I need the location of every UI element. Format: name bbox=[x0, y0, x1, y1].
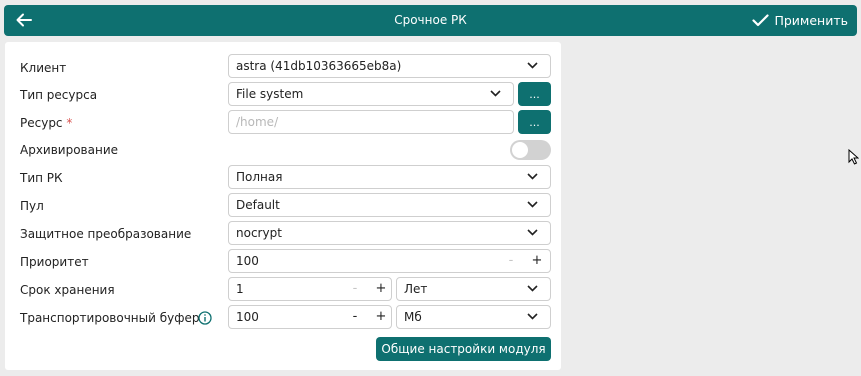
backup-type-label: Тип РК bbox=[20, 171, 63, 185]
protection-value: nocrypt bbox=[236, 226, 282, 240]
transport-buffer-label: Транспортировочный буфер bbox=[20, 311, 200, 325]
client-label: Клиент bbox=[20, 61, 67, 75]
toggle-knob bbox=[512, 142, 528, 158]
retention-stepper[interactable]: 1 - + bbox=[228, 277, 392, 301]
mouse-cursor-icon bbox=[848, 149, 859, 165]
transport-buffer-decrement-button[interactable]: - bbox=[348, 309, 362, 324]
resource-input[interactable]: /home/ bbox=[228, 110, 514, 134]
resource-label: Ресурс * bbox=[20, 116, 72, 130]
archiving-toggle[interactable] bbox=[510, 140, 551, 160]
backup-type-value: Полная bbox=[236, 170, 283, 184]
resource-type-browse-button[interactable]: ... bbox=[518, 82, 551, 106]
chevron-down-icon bbox=[527, 229, 538, 236]
priority-value: 100 bbox=[236, 254, 259, 268]
resource-type-label: Тип ресурса bbox=[20, 88, 98, 102]
apply-button-label: Применить bbox=[774, 13, 848, 28]
retention-decrement-button[interactable]: - bbox=[348, 281, 362, 296]
retention-unit-select[interactable]: Лет bbox=[396, 277, 551, 301]
retention-increment-button[interactable]: + bbox=[374, 281, 388, 296]
page-title: Срочное РК bbox=[394, 13, 467, 27]
required-mark: * bbox=[66, 116, 73, 130]
chevron-down-icon bbox=[527, 313, 538, 320]
transport-buffer-stepper[interactable]: 100 - + bbox=[228, 305, 392, 329]
priority-increment-button[interactable]: + bbox=[530, 253, 544, 268]
retention-label: Срок хранения bbox=[20, 283, 115, 297]
apply-button[interactable]: Применить bbox=[752, 10, 848, 31]
check-icon bbox=[752, 14, 770, 27]
info-icon[interactable] bbox=[198, 311, 212, 325]
pool-label: Пул bbox=[20, 199, 44, 213]
backup-form-panel: Клиент astra (41db10363665eb8a) Тип ресу… bbox=[5, 42, 561, 370]
transport-buffer-unit-value: Мб bbox=[404, 310, 422, 324]
resource-type-value: File system bbox=[236, 87, 304, 101]
protection-label: Защитное преобразование bbox=[20, 227, 192, 241]
archiving-label: Архивирование bbox=[20, 143, 119, 157]
resource-browse-button[interactable]: ... bbox=[518, 110, 551, 134]
priority-label: Приоритет bbox=[20, 255, 89, 269]
chevron-down-icon bbox=[527, 201, 538, 208]
transport-buffer-value: 100 bbox=[236, 310, 259, 324]
protection-select[interactable]: nocrypt bbox=[228, 221, 551, 245]
transport-buffer-unit-select[interactable]: Мб bbox=[396, 305, 551, 329]
retention-value: 1 bbox=[236, 282, 244, 296]
resource-label-text: Ресурс bbox=[20, 116, 63, 130]
priority-decrement-button[interactable]: - bbox=[504, 253, 518, 268]
backup-type-select[interactable]: Полная bbox=[228, 165, 551, 189]
retention-unit-value: Лет bbox=[404, 282, 428, 296]
pool-select[interactable]: Default bbox=[228, 193, 551, 217]
client-value: astra (41db10363665eb8a) bbox=[236, 59, 402, 73]
priority-stepper[interactable]: 100 - + bbox=[228, 249, 551, 273]
chevron-down-icon bbox=[527, 173, 538, 180]
chevron-down-icon bbox=[527, 285, 538, 292]
module-settings-button[interactable]: Общие настройки модуля bbox=[376, 337, 551, 361]
chevron-down-icon bbox=[527, 62, 538, 69]
resource-placeholder: /home/ bbox=[236, 115, 279, 129]
pool-value: Default bbox=[236, 198, 280, 212]
resource-type-select[interactable]: File system bbox=[228, 82, 514, 106]
client-select[interactable]: astra (41db10363665eb8a) bbox=[228, 54, 551, 78]
top-bar: Срочное РК Применить bbox=[4, 5, 857, 36]
chevron-down-icon bbox=[490, 90, 501, 97]
transport-buffer-increment-button[interactable]: + bbox=[374, 309, 388, 324]
